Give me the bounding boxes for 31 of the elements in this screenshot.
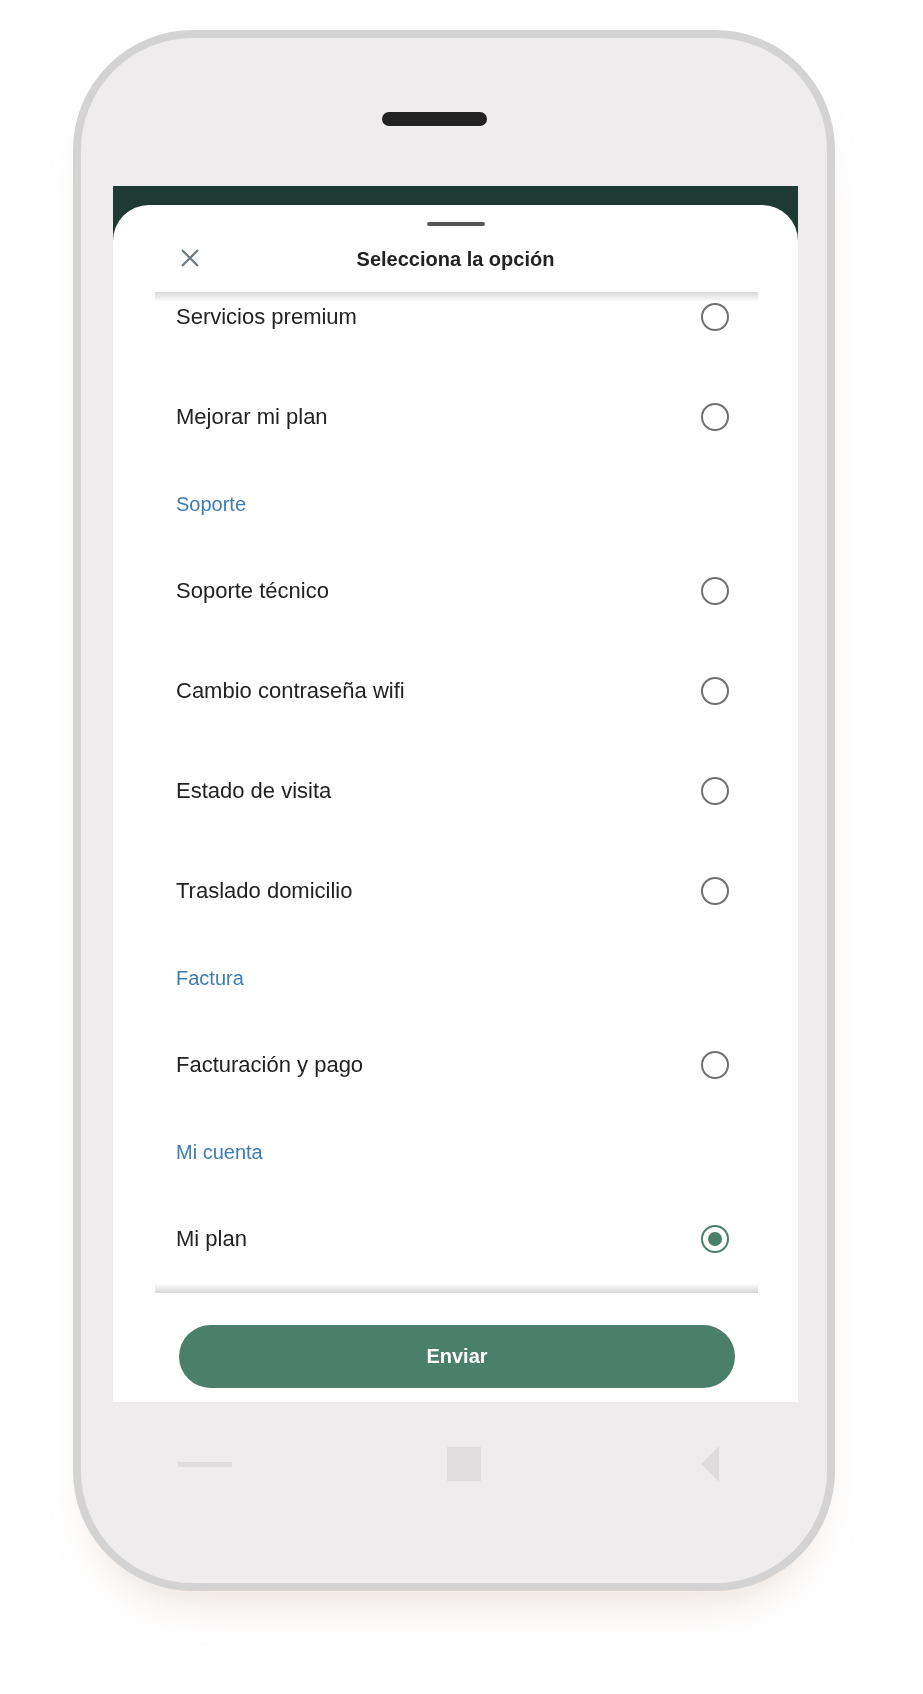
radio-button[interactable] — [701, 877, 729, 905]
option-label: Soporte técnico — [176, 578, 329, 604]
option-row[interactable]: Soporte técnico — [155, 541, 758, 641]
option-label: Mejorar mi plan — [176, 404, 328, 430]
radio-button[interactable] — [701, 1225, 729, 1253]
radio-button[interactable] — [701, 1051, 729, 1079]
drag-handle[interactable] — [426, 222, 485, 226]
close-icon[interactable] — [180, 248, 200, 268]
option-label: Traslado domicilio — [176, 878, 353, 904]
send-button[interactable]: Enviar — [179, 1325, 735, 1388]
radio-button[interactable] — [701, 303, 729, 331]
option-row[interactable]: Mi plan — [155, 1189, 758, 1283]
section-heading: Factura — [176, 966, 244, 990]
option-label: Estado de visita — [176, 778, 332, 804]
radio-button[interactable] — [701, 677, 729, 705]
option-row[interactable]: Servicios premium — [155, 292, 758, 367]
option-label: Servicios premium — [176, 304, 357, 330]
option-label: Cambio contraseña wifi — [176, 678, 405, 704]
option-row[interactable]: Estado de visita — [155, 741, 758, 841]
radio-button[interactable] — [701, 777, 729, 805]
option-row[interactable]: Traslado domicilio — [155, 841, 758, 941]
option-row[interactable]: Facturación y pago — [155, 1015, 758, 1115]
option-label: Mi plan — [176, 1226, 247, 1252]
option-row[interactable]: Cambio contraseña wifi — [155, 641, 758, 741]
section-heading: Soporte — [176, 492, 247, 516]
radio-button[interactable] — [701, 403, 729, 431]
radio-button[interactable] — [701, 577, 729, 605]
option-label: Facturación y pago — [176, 1052, 364, 1078]
section-heading: Mi cuenta — [176, 1140, 263, 1164]
option-row[interactable]: Mejorar mi plan — [155, 367, 758, 467]
sheet-title: Selecciona la opción — [356, 247, 555, 271]
